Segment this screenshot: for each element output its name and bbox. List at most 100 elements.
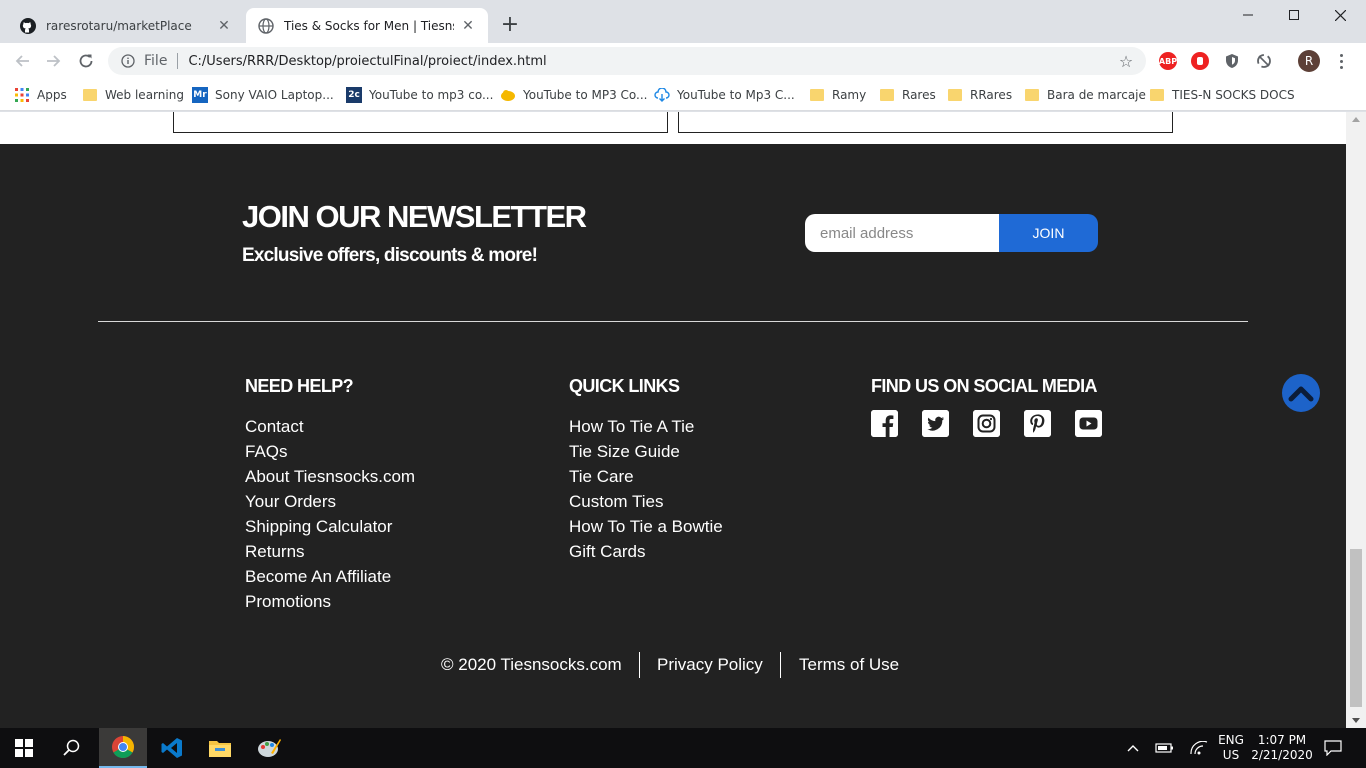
new-tab-button[interactable]: + (498, 13, 522, 37)
folder-icon (1149, 87, 1165, 103)
footer-link-affiliate[interactable]: Become An Affiliate (245, 564, 415, 589)
footer-link-contact[interactable]: Contact (245, 414, 415, 439)
footer-link-gift-cards[interactable]: Gift Cards (569, 539, 723, 564)
profile-avatar[interactable]: R (1298, 50, 1320, 72)
folder-icon (82, 87, 98, 103)
battery-icon[interactable] (1153, 728, 1177, 768)
footer-link-custom-ties[interactable]: Custom Ties (569, 489, 723, 514)
scroll-down-icon[interactable] (1352, 718, 1360, 723)
quick-links-list: How To Tie A Tie Tie Size Guide Tie Care… (569, 414, 723, 564)
chevron-up-icon (1288, 386, 1314, 402)
scroll-up-icon[interactable] (1352, 117, 1360, 122)
bookmark-rares[interactable]: Rares (879, 86, 936, 104)
bookmark-label: Ramy (832, 88, 867, 102)
clock-date: 2/21/2020 (1251, 748, 1313, 762)
bookmark-youtube-mp3-3[interactable]: YouTube to Mp3 C... (654, 86, 795, 104)
bookmark-label: Sony VAIO Laptop... (215, 88, 334, 102)
sync-icon[interactable] (1255, 52, 1273, 70)
bookmark-sony-vaio[interactable]: Mr Sony VAIO Laptop... (192, 86, 334, 104)
minimize-icon[interactable] (1225, 0, 1271, 30)
opera-adblock-icon[interactable] (1191, 52, 1209, 70)
page-scrollbar[interactable] (1346, 112, 1366, 728)
bookmark-youtube-mp3-1[interactable]: 2c YouTube to mp3 co... (346, 86, 493, 104)
cloud-icon (500, 87, 516, 103)
back-icon[interactable] (10, 49, 34, 73)
email-field[interactable] (805, 214, 999, 252)
bookmark-label: TIES-N SOCKS DOCS (1172, 88, 1295, 102)
footer-link-how-to-tie-bowtie[interactable]: How To Tie a Bowtie (569, 514, 723, 539)
tab-strip: raresrotaru/marketPlace ✕ Ties & Socks f… (0, 0, 1366, 43)
bookmark-apps[interactable]: Apps (14, 86, 67, 104)
legal-separator (780, 652, 781, 678)
2c-icon: 2c (346, 87, 362, 103)
bookmark-ties-n-socks-docs[interactable]: TIES-N SOCKS DOCS (1149, 86, 1295, 104)
window-close-icon[interactable] (1317, 0, 1363, 30)
bookmark-label: RRares (970, 88, 1013, 102)
footer-link-about[interactable]: About Tiesnsocks.com (245, 464, 415, 489)
clock[interactable]: 1:07 PM 2/21/2020 (1250, 728, 1314, 768)
footer-link-faqs[interactable]: FAQs (245, 439, 415, 464)
bookmark-ramy[interactable]: Ramy (809, 86, 866, 104)
bookmark-web-learning[interactable]: Web learning (82, 86, 184, 104)
footer-divider (98, 321, 1248, 322)
file-explorer-icon[interactable] (196, 728, 244, 768)
paint-icon[interactable] (245, 728, 293, 768)
footer-link-shipping-calculator[interactable]: Shipping Calculator (245, 514, 415, 539)
privacy-policy-link[interactable]: Privacy Policy (657, 655, 763, 675)
bookmark-rrares[interactable]: RRares (947, 86, 1012, 104)
footer-link-how-to-tie[interactable]: How To Tie A Tie (569, 414, 723, 439)
search-icon[interactable] (48, 728, 96, 768)
url-text[interactable]: C:/Users/RRR/Desktop/proiectulFinal/proi… (188, 54, 1116, 69)
footer-link-tie-size-guide[interactable]: Tie Size Guide (569, 439, 723, 464)
bookmark-label: Rares (902, 88, 936, 102)
instagram-icon[interactable] (973, 410, 1000, 437)
forward-icon[interactable] (42, 49, 66, 73)
footer-link-promotions[interactable]: Promotions (245, 589, 415, 614)
shield-icon[interactable] (1223, 52, 1241, 70)
twitter-icon[interactable] (922, 410, 949, 437)
bookmark-label: YouTube to mp3 co... (369, 88, 494, 102)
vscode-icon[interactable] (148, 728, 196, 768)
chevron-up-icon[interactable] (1122, 728, 1144, 768)
bookmark-youtube-mp3-2[interactable]: YouTube to MP3 Co... (500, 86, 647, 104)
tab-tiesnsocks[interactable]: Ties & Socks for Men | Tiesnsocks ✕ (246, 8, 488, 43)
globe-icon (258, 17, 274, 34)
folder-icon (809, 87, 825, 103)
social-heading: FIND US ON SOCIAL MEDIA (871, 376, 1097, 396)
wifi-icon[interactable] (1187, 728, 1211, 768)
close-icon[interactable]: ✕ (216, 18, 232, 34)
address-bar[interactable]: File C:/Users/RRR/Desktop/proiectulFinal… (108, 47, 1146, 75)
legal-row: © 2020 Tiesnsocks.com Privacy Policy Ter… (441, 652, 901, 678)
footer-link-your-orders[interactable]: Your Orders (245, 489, 415, 514)
legal-separator (639, 652, 640, 678)
reload-icon[interactable] (74, 49, 98, 73)
back-to-top-button[interactable] (1282, 374, 1320, 412)
footer-link-returns[interactable]: Returns (245, 539, 415, 564)
pinterest-icon[interactable] (1024, 410, 1051, 437)
chrome-menu-icon[interactable] (1333, 50, 1349, 72)
windows-start-icon[interactable] (0, 728, 48, 768)
product-card-bottom (678, 112, 1173, 133)
folder-icon (879, 87, 895, 103)
folder-icon (947, 87, 963, 103)
scrollbar-thumb[interactable] (1350, 549, 1362, 707)
bookmark-label: Web learning (105, 88, 184, 102)
tab-github[interactable]: raresrotaru/marketPlace ✕ (8, 8, 244, 43)
maximize-icon[interactable] (1271, 0, 1317, 30)
bookmark-bara-de-marcaje[interactable]: Bara de marcaje (1024, 86, 1146, 104)
facebook-icon[interactable] (871, 410, 898, 437)
youtube-icon[interactable] (1075, 410, 1102, 437)
terms-of-use-link[interactable]: Terms of Use (799, 655, 899, 675)
join-button[interactable]: JOIN (999, 214, 1098, 252)
info-icon[interactable] (120, 53, 136, 69)
bookmarks-bar: Apps Web learning Mr Sony VAIO Laptop...… (0, 79, 1366, 111)
footer-link-tie-care[interactable]: Tie Care (569, 464, 723, 489)
close-icon[interactable]: ✕ (460, 18, 476, 34)
site-footer: JOIN OUR NEWSLETTER Exclusive offers, di… (0, 144, 1346, 728)
chrome-icon[interactable] (99, 728, 147, 768)
input-language[interactable]: ENG US (1214, 728, 1248, 768)
star-icon[interactable]: ☆ (1116, 52, 1136, 71)
language-region: US (1222, 748, 1240, 762)
notifications-icon[interactable] (1320, 728, 1346, 768)
abp-icon[interactable]: ABP (1159, 52, 1177, 70)
